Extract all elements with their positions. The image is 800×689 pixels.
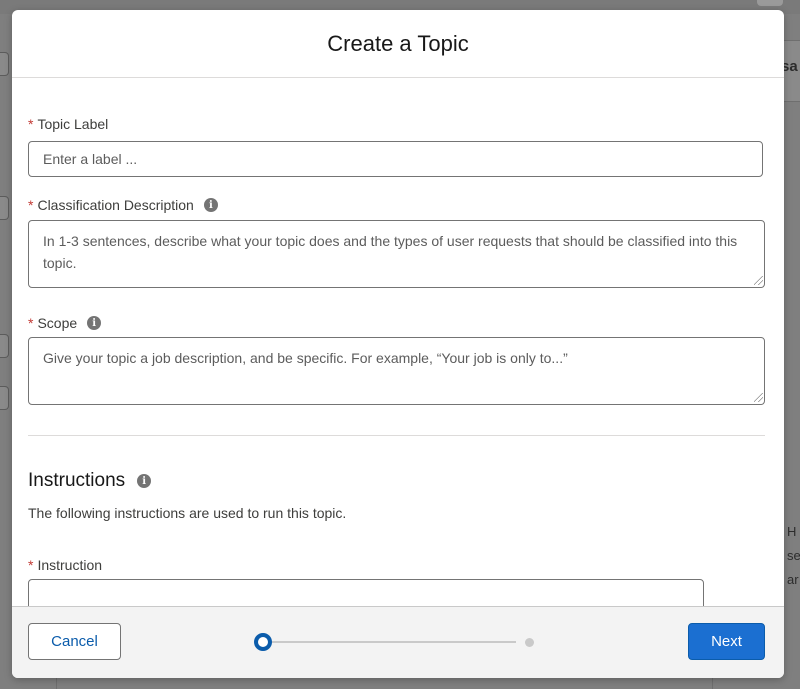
instructions-title: Instructions (28, 470, 126, 491)
cancel-button[interactable]: Cancel (28, 623, 121, 660)
instruction-input[interactable] (28, 579, 704, 606)
classification-description-label-text: Classification Description (37, 197, 194, 213)
topic-label-label-text: Topic Label (37, 116, 109, 132)
topic-label-input[interactable] (28, 141, 763, 177)
scope-label-text: Scope (37, 315, 78, 331)
info-icon[interactable]: i (203, 198, 218, 212)
scope-textarea[interactable] (28, 337, 765, 405)
classification-description-textarea[interactable] (28, 220, 765, 288)
section-divider (28, 435, 765, 436)
background-text-line: ar (787, 572, 799, 587)
background-close-tab (757, 0, 783, 6)
scope-label: * Scope i (28, 315, 102, 331)
next-button[interactable]: Next (688, 623, 765, 660)
create-topic-modal: Create a Topic * Topic Label * Classific… (12, 10, 784, 678)
progress-indicator (254, 633, 540, 651)
classification-description-label: * Classification Description i (28, 197, 218, 213)
instruction-label: * Instruction (28, 557, 102, 573)
instructions-heading: Instructions i (28, 470, 152, 492)
background-right-text: H se ar (787, 520, 800, 592)
required-marker: * (28, 557, 34, 573)
instruction-label-text: Instruction (37, 557, 103, 573)
required-marker: * (28, 116, 34, 132)
topic-label-label: * Topic Label (28, 116, 108, 132)
progress-step-current[interactable] (254, 633, 272, 651)
info-icon[interactable]: i (137, 474, 152, 488)
modal-header: Create a Topic (12, 10, 784, 78)
background-field-edge (0, 52, 9, 76)
progress-track (270, 641, 516, 643)
background-field-edge (0, 196, 9, 220)
resize-handle-icon[interactable] (754, 393, 763, 402)
modal-footer: Cancel Next (12, 606, 784, 678)
progress-step-next[interactable] (525, 638, 534, 647)
info-icon[interactable]: i (87, 316, 102, 330)
modal-title: Create a Topic (327, 30, 469, 56)
background-field-edge (0, 386, 9, 410)
required-marker: * (28, 197, 34, 213)
required-marker: * (28, 315, 34, 331)
instructions-description: The following instructions are used to r… (28, 505, 347, 521)
modal-body[interactable]: * Topic Label * Classification Descripti… (12, 78, 784, 606)
background-text-line: H (787, 524, 797, 539)
background-field-edge (0, 334, 9, 358)
background-text-line: se (787, 548, 800, 563)
resize-handle-icon[interactable] (754, 276, 763, 285)
